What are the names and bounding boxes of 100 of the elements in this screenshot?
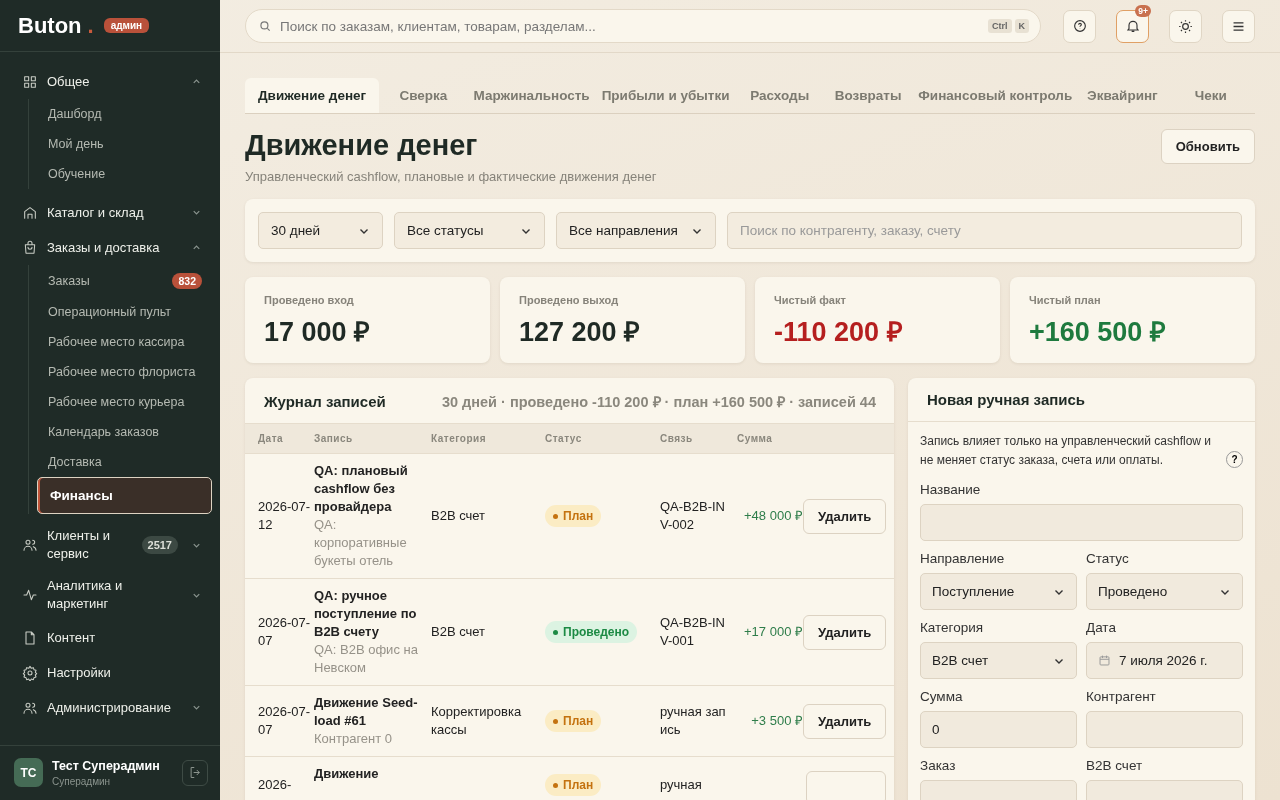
nav-group[interactable]: Контент bbox=[0, 620, 220, 655]
status-badge: План bbox=[545, 505, 602, 527]
help-button[interactable] bbox=[1063, 9, 1096, 43]
nav-item[interactable]: Календарь заказов bbox=[37, 417, 212, 447]
tab[interactable]: Прибыли и убытки bbox=[595, 78, 736, 113]
keyboard-key: Ctrl bbox=[988, 19, 1012, 33]
tab[interactable]: Эквайринг bbox=[1078, 78, 1167, 113]
role-badge: админ bbox=[103, 18, 150, 33]
menu-button[interactable] bbox=[1222, 9, 1255, 43]
user-name: Тест Суперадмин bbox=[52, 758, 161, 773]
tab[interactable]: Расходы bbox=[735, 78, 824, 113]
user-role: Суперадмин bbox=[52, 775, 112, 787]
nav-item[interactable]: Рабочее место флориста bbox=[37, 357, 212, 387]
date-field[interactable]: 7 июля 2026 г. bbox=[1086, 642, 1243, 679]
house-icon bbox=[22, 204, 38, 221]
entry-title: Движение Seed-load #61 bbox=[314, 694, 419, 730]
nav-item[interactable]: Финансы bbox=[37, 477, 212, 514]
nav-item[interactable]: Обучение bbox=[37, 159, 212, 189]
logout-button[interactable] bbox=[182, 759, 208, 786]
nav-item[interactable]: Заказы 832 bbox=[37, 265, 212, 297]
column-header: Связь bbox=[660, 433, 694, 444]
table-cell-text: 2026-07-07 bbox=[258, 614, 312, 650]
page-title: Движение денег bbox=[245, 129, 479, 162]
table-cell-text: QA-B2B-INV-001 bbox=[660, 614, 726, 650]
select-field[interactable]: B2B счет bbox=[920, 642, 1077, 679]
sun-icon bbox=[1177, 17, 1194, 35]
table-cell-text: B2B счет bbox=[431, 623, 487, 641]
tab[interactable]: Сверка bbox=[379, 78, 468, 113]
nav-group-label: Администрирование bbox=[47, 698, 172, 717]
filter-select[interactable]: 30 дней bbox=[258, 212, 383, 249]
users-icon bbox=[22, 537, 38, 553]
kpi-label: Чистый факт bbox=[774, 294, 847, 306]
tab[interactable]: Возвраты bbox=[823, 78, 913, 113]
table-cell-text: ручная bbox=[660, 776, 703, 794]
nav-group[interactable]: Заказы и доставка bbox=[0, 230, 220, 265]
amount: +3 500 ₽ bbox=[750, 712, 803, 730]
delete-button[interactable]: Удалить bbox=[803, 614, 887, 650]
table-cell-text: ручная запись bbox=[660, 703, 727, 739]
field-label: Название bbox=[920, 482, 982, 497]
filter-select[interactable]: Все статусы bbox=[394, 212, 545, 249]
nav-group[interactable]: Общее bbox=[0, 64, 220, 99]
nav-item[interactable]: Рабочее место кассира bbox=[37, 327, 212, 357]
entry-note: QA: B2B офис на Невском bbox=[314, 641, 419, 677]
nav-item[interactable]: Доставка bbox=[37, 447, 212, 477]
bell-icon bbox=[1124, 18, 1141, 34]
nav-group[interactable]: Каталог и склад bbox=[0, 195, 220, 230]
delete-button[interactable]: Удалить bbox=[803, 498, 887, 534]
input-field[interactable] bbox=[920, 504, 1243, 541]
journal-summary: 30 дней · проведено -110 200 ₽ · план +160 500 ₽ · записей 44 bbox=[441, 393, 876, 411]
nav-group-label: Заказы и доставка bbox=[47, 238, 161, 257]
document-icon bbox=[22, 629, 38, 646]
table-cell-text: B2B счет bbox=[431, 507, 487, 525]
select-field[interactable]: Проведено bbox=[1086, 573, 1243, 610]
delete-button[interactable]: Удалить bbox=[803, 703, 887, 739]
table-cell-text: QA-B2B-INV-002 bbox=[660, 498, 726, 534]
nav-group-label: Общее bbox=[47, 72, 91, 91]
page-subtitle: Управленческий cashflow, плановые и фактические движения денег bbox=[245, 169, 657, 184]
nav-group[interactable]: Клиенты и сервис 2517 bbox=[0, 520, 220, 570]
theme-button[interactable] bbox=[1169, 9, 1202, 43]
nav-group[interactable]: Администрирование bbox=[0, 690, 220, 725]
nav-group[interactable]: Аналитика и маркетинг bbox=[0, 570, 220, 620]
amount: +48 000 ₽ bbox=[743, 507, 803, 525]
nav-group[interactable]: Настройки bbox=[0, 655, 220, 690]
select-field[interactable]: Поступление bbox=[920, 573, 1077, 610]
field-label: Дата bbox=[1086, 620, 1117, 635]
nav-item[interactable]: Операционный пульт bbox=[37, 297, 212, 327]
count-badge: 2517 bbox=[141, 536, 178, 554]
nav-item[interactable]: Дашборд bbox=[37, 99, 212, 129]
help-icon bbox=[1071, 18, 1088, 34]
logo[interactable]: Buton . bbox=[18, 12, 94, 39]
search-icon bbox=[258, 19, 272, 33]
nav-group-label: Настройки bbox=[47, 663, 112, 682]
nav-item[interactable]: Рабочее место курьера bbox=[37, 387, 212, 417]
field-label: Категория bbox=[920, 620, 985, 635]
notifications-button[interactable] bbox=[1116, 9, 1149, 43]
tab[interactable]: Движение денег bbox=[245, 78, 380, 113]
kpi-value: +160 500 ₽ bbox=[1029, 316, 1167, 349]
entry-title: Движение bbox=[314, 765, 380, 783]
column-header: Запись bbox=[314, 433, 354, 444]
field-label: Статус bbox=[1086, 551, 1130, 566]
field-label: Контрагент bbox=[1086, 689, 1157, 704]
input-field[interactable] bbox=[1086, 711, 1243, 748]
filter-select[interactable]: Все направления bbox=[556, 212, 716, 249]
tab[interactable]: Маржинальность bbox=[467, 78, 596, 113]
refresh-button[interactable]: Обновить bbox=[1160, 129, 1255, 164]
field-label: Сумма bbox=[920, 689, 964, 704]
kpi-label: Проведено вход bbox=[264, 294, 355, 306]
nav-group-label: Аналитика и маркетинг bbox=[47, 577, 124, 613]
grid-icon bbox=[22, 73, 38, 90]
kpi-value: 17 000 ₽ bbox=[264, 316, 372, 349]
input-field[interactable]: 0 bbox=[920, 711, 1077, 748]
column-header: Дата bbox=[258, 433, 285, 444]
tab[interactable]: Чеки bbox=[1166, 78, 1256, 113]
search-field[interactable]: Поиск по контрагенту, заказу, счету bbox=[727, 212, 1242, 249]
tab[interactable]: Финансовый контроль bbox=[912, 78, 1079, 113]
entry-title: QA: ручное поступление по B2B счету bbox=[314, 587, 418, 641]
table-cell-text: Корректировка кассы bbox=[431, 703, 523, 739]
nav-item[interactable]: Мой день bbox=[37, 129, 212, 159]
calendar-icon bbox=[1098, 654, 1111, 667]
kpi-label: Чистый план bbox=[1029, 294, 1102, 306]
